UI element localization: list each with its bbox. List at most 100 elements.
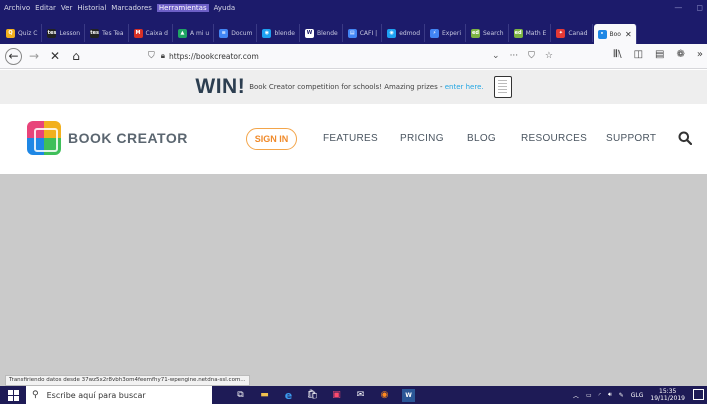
browser-tab[interactable]: W Blende [301, 24, 343, 42]
tab-favicon-icon: M [133, 28, 143, 38]
windows-taskbar: ⚲ Escribe aquí para buscar ⧉ ▬ e 🛍︎ ▣ ✉ … [0, 386, 707, 404]
nav-resources[interactable]: RESOURCES [521, 133, 587, 144]
browser-tab[interactable]: ⚡ Experi [426, 24, 466, 42]
minimize-icon[interactable]: — [674, 3, 682, 12]
menu-ver[interactable]: Ver [61, 4, 72, 12]
bookmark-star-icon[interactable]: ☆ [545, 51, 553, 61]
menu-ayuda[interactable]: Ayuda [214, 4, 236, 12]
home-button[interactable]: ⌂ [67, 47, 85, 65]
page-content-loading [0, 174, 707, 386]
battery-icon[interactable]: ▭ [586, 392, 592, 399]
reader-icon[interactable]: ▤ [655, 49, 664, 60]
banner-link[interactable]: enter here. [445, 83, 484, 91]
browser-tab[interactable]: ≡ Docum [215, 24, 258, 42]
browser-tab[interactable]: ed Math E [510, 24, 552, 42]
tab-label: Quiz C [18, 29, 38, 37]
tab-favicon-icon: ◉ [262, 28, 272, 38]
clock[interactable]: 15:35 19/11/2019 [650, 388, 685, 402]
close-icon: ✕ [49, 49, 61, 63]
tab-label: CAFI | [359, 29, 378, 37]
menu-herramientas[interactable]: Herramientas [156, 4, 209, 12]
stop-button[interactable]: ✕ [46, 47, 64, 65]
file-explorer-icon[interactable]: ▬ [258, 389, 271, 402]
task-view-icon[interactable]: ⧉ [234, 389, 247, 402]
menu-historial[interactable]: Historial [77, 4, 106, 12]
menu-marcadores[interactable]: Marcadores [111, 4, 152, 12]
browser-tab[interactable]: ✦ Canad [552, 24, 593, 42]
tab-label: Math E [525, 29, 547, 37]
nav-support[interactable]: SUPPORT [606, 133, 656, 144]
browser-tab[interactable]: tes Tes Tea [86, 24, 129, 42]
book-creator-logo-icon[interactable] [27, 121, 61, 155]
brand-name[interactable]: BOOK CREATOR [68, 130, 188, 146]
start-button[interactable] [0, 386, 26, 404]
sign-in-button[interactable]: SIGN IN [246, 128, 297, 150]
browser-tab[interactable]: ▤ CAFI | [344, 24, 383, 42]
wifi-icon[interactable]: ◜ [599, 392, 601, 399]
tab-favicon-icon: ⚡ [430, 28, 440, 38]
browser-tab[interactable]: M Caixa d [130, 24, 173, 42]
mail-icon[interactable]: ✉ [354, 389, 367, 402]
banner-text: Book Creator competition for schools! Am… [249, 83, 483, 91]
pen-icon[interactable]: ✎ [619, 392, 624, 399]
lock-icon[interactable]: 🔒︎ [161, 51, 165, 61]
gift-icon[interactable]: ▣ [330, 389, 343, 402]
nav-features[interactable]: FEATURES [323, 133, 378, 144]
browser-tab[interactable]: ◉ blende [258, 24, 300, 42]
url-text[interactable]: https://bookcreator.com [169, 52, 259, 61]
menu-editar[interactable]: Editar [35, 4, 56, 12]
pocket-icon[interactable]: ⛉ [528, 51, 535, 61]
tab-favicon-icon: ▤ [347, 28, 357, 38]
shield-icon[interactable]: ⛉ [148, 51, 155, 61]
tab-favicon-icon: Q [6, 28, 15, 38]
search-icon: ⚲ [32, 390, 39, 400]
page-actions-icon[interactable]: ··· [510, 51, 519, 61]
tab-label: Search [483, 29, 504, 37]
language-indicator[interactable]: GLG [631, 392, 644, 399]
tab-label: A mi u [189, 29, 210, 37]
sidebar-icon[interactable]: ◫ [634, 49, 643, 60]
browser-tab[interactable]: • Boo ✕ [593, 24, 637, 44]
browser-tab[interactable]: ed Search [467, 24, 509, 42]
edge-icon[interactable]: e [282, 389, 295, 402]
browser-tab[interactable]: Q Quiz C [2, 24, 43, 42]
notifications-icon[interactable] [693, 389, 704, 400]
promo-banner: WIN! Book Creator competition for school… [0, 70, 707, 104]
tab-label: Docum [231, 29, 253, 37]
tab-label: Canad [568, 29, 588, 37]
banner-text-main: Book Creator competition for schools! Am… [249, 83, 445, 91]
home-icon: ⌂ [72, 49, 80, 63]
menu-bar: Archivo Editar Ver Historial Marcadores … [0, 0, 707, 22]
window-controls: — ◻ [674, 3, 703, 12]
overflow-icon[interactable]: » [697, 49, 703, 60]
windows-logo-icon [7, 389, 19, 401]
nav-pricing[interactable]: PRICING [400, 133, 444, 144]
firefox-icon[interactable]: ◉ [378, 389, 391, 402]
back-button[interactable]: ← [5, 47, 22, 65]
tab-favicon-icon: ed [513, 28, 523, 38]
tab-favicon-icon: W [304, 28, 314, 38]
restore-icon[interactable]: ◻ [696, 3, 703, 12]
toolbar-right: 𝄃𝄃\ ◫ ▤ ❁ » [614, 49, 703, 60]
browser-tab[interactable]: ▲ A mi u [174, 24, 215, 42]
chevron-up-icon[interactable]: ︿ [573, 391, 579, 400]
taskbar-search[interactable]: ⚲ Escribe aquí para buscar [26, 386, 212, 404]
close-tab-icon[interactable]: ✕ [625, 30, 632, 39]
banner-win: WIN! [195, 75, 246, 98]
library-icon[interactable]: 𝄃𝄃\ [614, 49, 622, 60]
tablet-icon [493, 76, 512, 98]
volume-icon[interactable]: 🔊︎ [608, 391, 612, 399]
menu-archivo[interactable]: Archivo [4, 4, 30, 12]
store-icon[interactable]: 🛍︎ [306, 389, 319, 402]
nav-blog[interactable]: BLOG [467, 133, 496, 144]
chevron-down-icon[interactable]: ⌄ [492, 51, 500, 61]
arrow-right-icon: → [28, 49, 40, 63]
word-icon[interactable]: W [402, 388, 415, 402]
search-icon[interactable] [678, 131, 692, 145]
system-tray: ︿ ▭ ◜ 🔊︎ ✎ GLG 15:35 19/11/2019 [573, 386, 685, 404]
browser-tab[interactable]: ◉ edmod [383, 24, 426, 42]
extension-icon[interactable]: ❁ [676, 49, 684, 60]
browser-tab[interactable]: tes Lesson [43, 24, 86, 42]
forward-button[interactable]: → [25, 47, 43, 65]
url-bar[interactable]: ⛉ 🔒︎ https://bookcreator.com ⌄ ··· ⛉ ☆ [148, 47, 553, 65]
